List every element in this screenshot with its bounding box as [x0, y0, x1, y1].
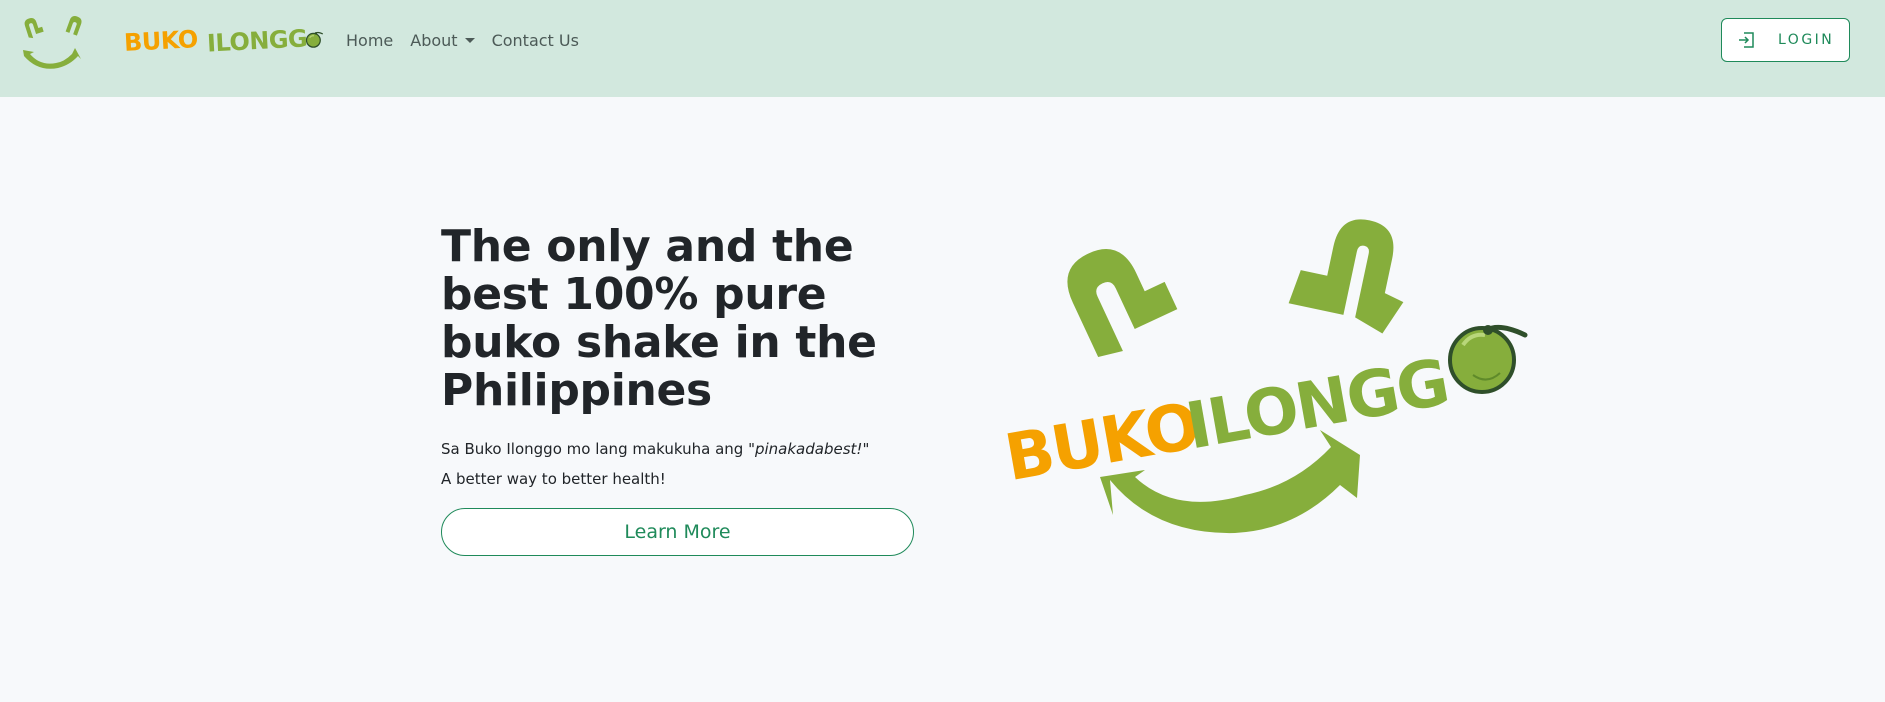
- smiley-logo-icon: [23, 16, 82, 69]
- main-nav: Home About Contact Us: [346, 28, 596, 52]
- nav-about-dropdown[interactable]: About: [410, 30, 475, 50]
- login-label: LOGIN: [1778, 32, 1835, 48]
- hero-tagline-emphasis: pinakadabest!: [754, 440, 863, 458]
- nav-home-label: Home: [346, 30, 394, 50]
- brand-word-buko: BUKO: [123, 25, 199, 57]
- navbar: BUKO ILONGG Home About Contact Us LOGIN: [0, 0, 1885, 97]
- brand-wordmark[interactable]: BUKO ILONGG: [123, 22, 324, 60]
- hero-title: The only and the best 100% pure buko sha…: [441, 221, 877, 416]
- nav-about-label: About: [410, 30, 458, 50]
- nav-home-link[interactable]: Home: [346, 31, 393, 50]
- brand-word-ilongg: ILONGG: [206, 24, 308, 58]
- svg-text:ILONGG: ILONGG: [1181, 346, 1453, 465]
- hero-tagline-suffix: ": [862, 440, 870, 458]
- nav-contact-label: Contact Us: [491, 30, 579, 50]
- hero-tagline-prefix: Sa Buko Ilonggo mo lang makukuha ang ": [441, 440, 755, 458]
- caret-down-icon: [464, 37, 475, 43]
- learn-more-button[interactable]: Learn More: [441, 508, 914, 556]
- nav-contact-link[interactable]: Contact Us: [492, 31, 579, 50]
- login-icon: [1739, 32, 1754, 48]
- login-button[interactable]: LOGIN: [1721, 18, 1850, 62]
- hero-tagline: Sa Buko Ilonggo mo lang makukuha ang "pi…: [441, 440, 869, 458]
- hero-logo-image: BUKO ILONGG: [1000, 219, 1528, 534]
- hero-subtext: A better way to better health!: [441, 470, 666, 488]
